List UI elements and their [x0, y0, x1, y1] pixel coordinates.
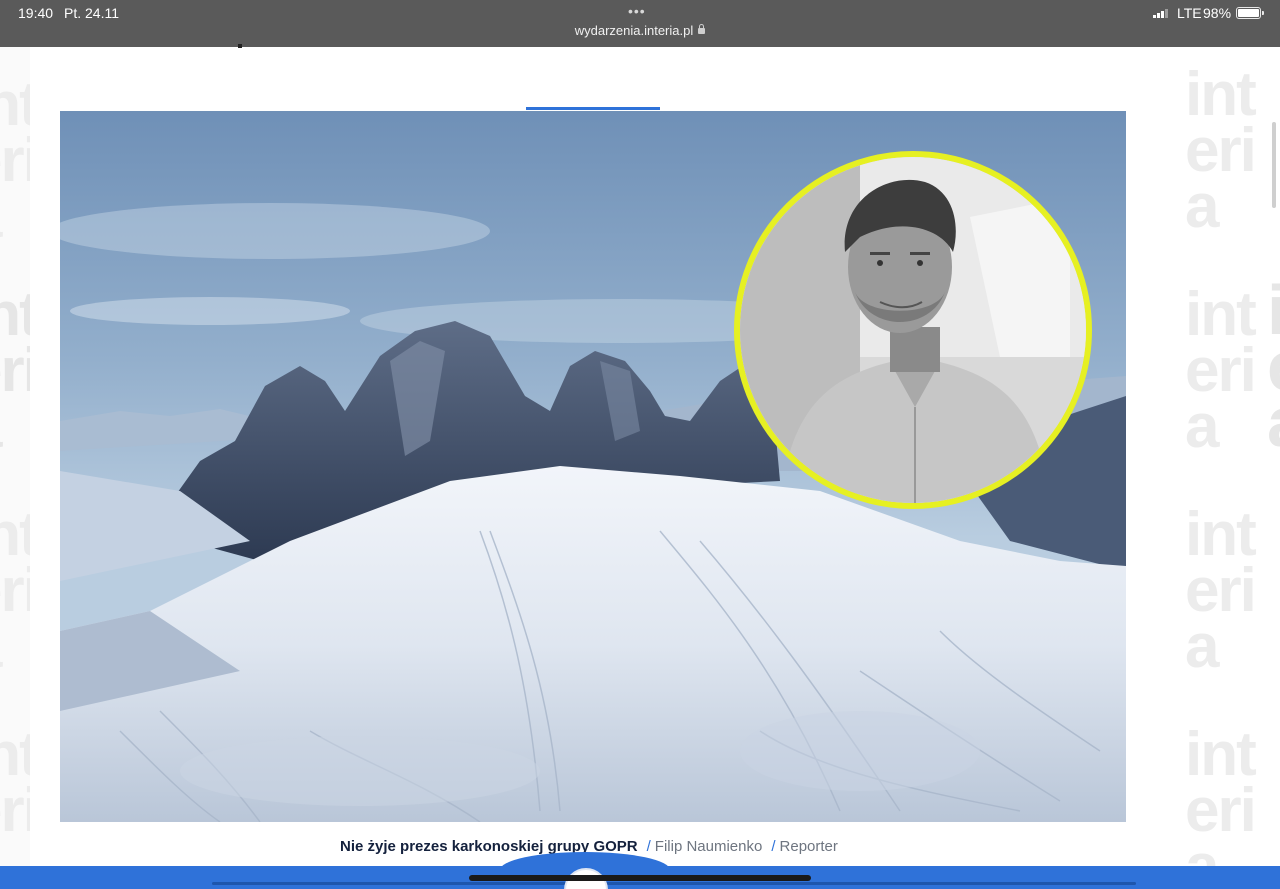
battery-icon	[1236, 7, 1261, 19]
caption-separator: /	[771, 838, 776, 855]
scrollbar-thumb[interactable]	[1272, 122, 1276, 208]
battery-percent: 98%	[1203, 5, 1232, 21]
watermark-logo: int eri a	[1185, 720, 1257, 868]
watermark-logo: int eri a	[0, 280, 30, 458]
address-url: wydarzenia.interia.pl	[574, 23, 694, 38]
watermark-logo: int eri a	[0, 70, 30, 248]
reporter-avatar	[734, 151, 1092, 509]
signal-icon	[1153, 9, 1169, 18]
status-bar: 19:40 Pt. 24.11 ••• wydarzenia.interia.p…	[0, 0, 1280, 47]
reporter-photo	[740, 157, 1086, 503]
heading-remnant	[238, 44, 242, 48]
caption-role: Reporter	[779, 838, 838, 855]
active-tab-indicator	[526, 107, 660, 110]
side-watermark-left: int eri a int eri a int eri a int eri a	[0, 47, 30, 867]
status-date: Pt. 24.11	[64, 5, 120, 21]
watermark-logo: int eri a	[0, 500, 30, 678]
watermark-logo: int eri a	[1185, 280, 1257, 461]
status-time: 19:40	[18, 5, 54, 21]
watermark-logo: int eri a	[0, 720, 30, 868]
watermark-logo: int eri a	[1185, 60, 1257, 241]
battery-tip	[1262, 11, 1264, 15]
caption-author[interactable]: Filip Naumienko	[655, 838, 763, 855]
more-dots-icon[interactable]: •••	[628, 3, 646, 19]
progress-track	[212, 882, 1136, 885]
network-type: LTE	[1177, 5, 1202, 21]
address-bar[interactable]: wydarzenia.interia.pl	[0, 23, 1280, 38]
home-indicator[interactable]	[469, 875, 811, 881]
watermark-logo: int eri a	[1185, 500, 1257, 681]
caption-separator: /	[646, 838, 651, 855]
watermark-logo: int eri a	[1267, 271, 1280, 457]
lock-icon	[698, 24, 706, 34]
side-watermark-right: int eri a int eri a int eri a int eri a …	[1155, 47, 1280, 867]
